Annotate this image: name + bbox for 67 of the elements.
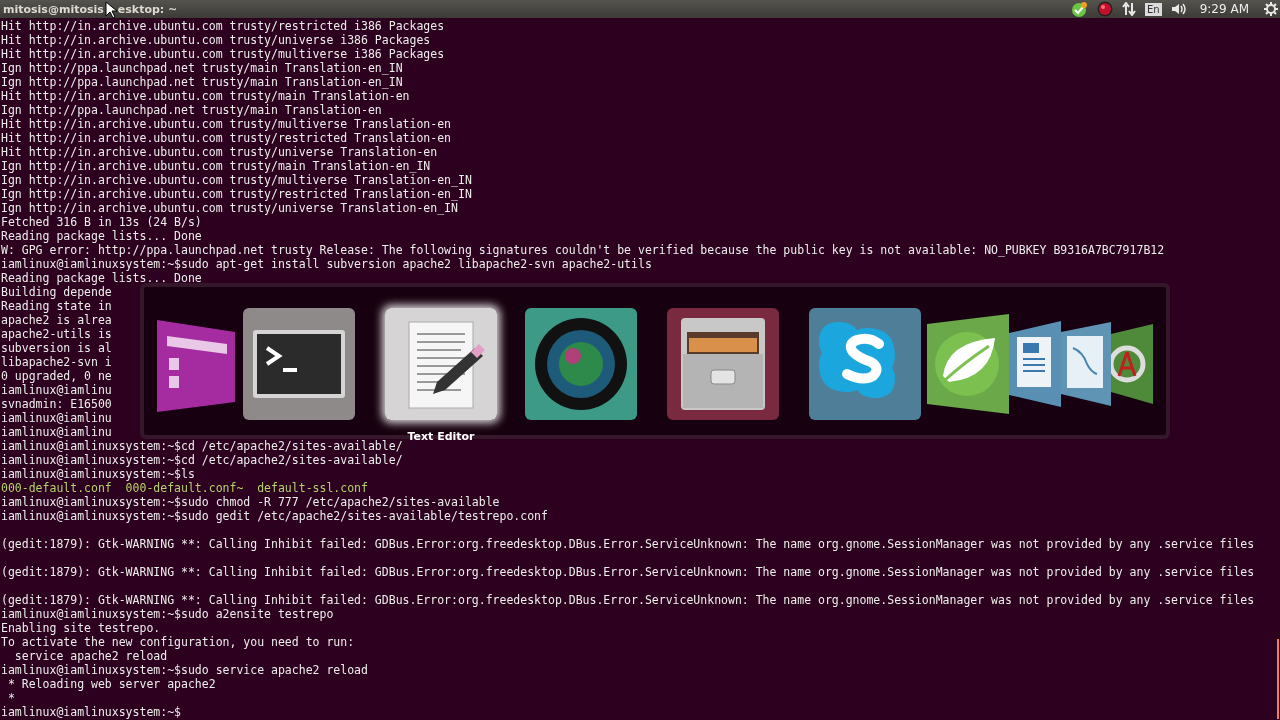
output-line: Hit http://in.archive.ubuntu.com trusty/restricted Translation-en <box>1 131 452 145</box>
chat-status-icon[interactable] <box>1071 0 1088 18</box>
network-arrows-icon[interactable] <box>1122 2 1136 16</box>
mouse-pointer-icon <box>104 0 117 18</box>
keyboard-layout-indicator[interactable]: En <box>1145 2 1162 16</box>
output-line: Hit http://in.archive.ubuntu.com trusty/universe Translation-en <box>1 145 438 159</box>
volume-icon[interactable] <box>1170 2 1187 16</box>
leaf-icon[interactable] <box>927 314 1009 414</box>
record-icon[interactable] <box>1097 1 1113 17</box>
output-line: (gedit:1879): Gtk-WARNING **: Calling Inhibit failed: GDBus.Error:org.freedesktop.DBus.Error.ServiceUnknown: The name org.gnome.SessionManager was not provided by any .service files <box>1 565 1255 579</box>
output-line: Hit http://in.archive.ubuntu.com trusty/universe i386 Packages <box>1 33 431 47</box>
output-line: 000-default.conf 000-default.conf~ default-ssl.conf <box>1 481 368 495</box>
output-line: Ign http://ppa.launchpad.net trusty/main Translation-en_IN <box>1 75 403 89</box>
command-line: iamlinux@iamlinuxsystem:~$sudo apt-get install subversion apache2 libapache2-svn apache2-utils <box>1 257 652 271</box>
output-line: Reading state in <box>1 299 112 313</box>
output-line: Hit http://in.archive.ubuntu.com trusty/restricted i386 Packages <box>1 19 445 33</box>
output-line: Reading package lists... Done <box>1 271 202 285</box>
output-line: Fetched 316 B in 13s (24 B/s) <box>1 215 202 229</box>
command-line: iamlinux@iamlinu <box>1 383 112 397</box>
workbench-icon[interactable] <box>1061 322 1111 406</box>
settings-icon[interactable] <box>1264 2 1278 16</box>
output-line: 0 upgraded, 0 ne <box>1 369 112 383</box>
output-line: subversion is al <box>1 341 112 355</box>
command-line: iamlinux@iamlinu <box>1 425 112 439</box>
clock[interactable]: 9:29 AM <box>1199 2 1249 16</box>
command-line: iamlinux@iamlinuxsystem:~$ <box>1 705 181 719</box>
camera-lens-icon[interactable] <box>525 308 637 420</box>
output-line: Ign http://in.archive.ubuntu.com trusty/main Translation-en_IN <box>1 159 431 173</box>
filing-cabinet-icon[interactable] <box>667 308 779 420</box>
app-name-label: Text Editor <box>407 430 475 443</box>
output-line: Ign http://ppa.launchpad.net trusty/main Translation-en_IN <box>1 61 403 75</box>
output-line: Ign http://in.archive.ubuntu.com trusty/restricted Translation-en_IN <box>1 187 472 201</box>
output-line: (gedit:1879): Gtk-WARNING **: Calling Inhibit failed: GDBus.Error:org.freedesktop.DBus.Error.ServiceUnknown: The name org.gnome.SessionManager was not provided by any .service files <box>1 537 1255 551</box>
output-line: Hit http://in.archive.ubuntu.com trusty/main Translation-en <box>1 89 410 103</box>
output-line: Hit http://in.archive.ubuntu.com trusty/multiverse i386 Packages <box>1 47 445 61</box>
command-line: iamlinux@iamlinuxsystem:~$cd /etc/apache2/sites-available/ <box>1 453 403 467</box>
document-icon[interactable] <box>1009 321 1061 407</box>
output-line: Ign http://in.archive.ubuntu.com trusty/universe Translation-en_IN <box>1 201 458 215</box>
command-line: iamlinux@iamlinuxsystem:~$sudo service apache2 reload <box>1 663 368 677</box>
output-line: Ign http://ppa.launchpad.net trusty/main Translation-en <box>1 103 382 117</box>
output-line: Reading package lists... Done <box>1 229 202 243</box>
window-title: esktop: ~ <box>117 2 178 16</box>
command-line: iamlinux@iamlinu <box>1 411 112 425</box>
scrollbar-thumb[interactable] <box>1277 639 1279 719</box>
command-line: iamlinux@iamlinuxsystem:~$sudo chmod -R 777 /etc/apache2/sites-available <box>1 495 500 509</box>
output-line: To activate the new configuration, you need to run: <box>1 635 355 649</box>
output-line: apache2-utils is <box>1 327 112 341</box>
output-line: svnadmin: E16500 <box>1 397 112 411</box>
output-line: (gedit:1879): Gtk-WARNING **: Calling Inhibit failed: GDBus.Error:org.freedesktop.DBus.Error.ServiceUnknown: The name org.gnome.SessionManager was not provided by any .service files <box>1 593 1255 607</box>
output-line: Ign http://in.archive.ubuntu.com trusty/multiverse Translation-en_IN <box>1 173 472 187</box>
command-line: iamlinux@iamlinuxsystem:~$sudo gedit /etc/apache2/sites-available/testrepo.conf <box>1 509 548 523</box>
output-line: Enabling site testrepo. <box>1 621 161 635</box>
command-line: iamlinux@iamlinuxsystem:~$cd /etc/apache2/sites-available/ <box>1 439 403 453</box>
output-line: service apache2 reload <box>13 649 168 663</box>
output-line: Hit http://in.archive.ubuntu.com trusty/multiverse Translation-en <box>1 117 452 131</box>
window-title: mitosis@mitosis <box>3 2 104 16</box>
output-line: * Reloading web server apache2 <box>6 677 216 691</box>
output-line: libapache2-svn i <box>1 355 112 369</box>
text-editor-icon[interactable] <box>385 308 497 420</box>
output-line: Building depende <box>1 285 112 299</box>
output-line: * <box>6 691 15 705</box>
output-line: apache2 is alrea <box>1 313 112 327</box>
chat-cloud-icon[interactable] <box>809 308 921 420</box>
output-line: W: GPG error: http://ppa.launchpad.net trusty Release: The following signatures couldn't be verified because the public key is not available: NO_PUBKEY B9316A7BC7917B12 <box>1 243 1165 257</box>
command-line: iamlinux@iamlinuxsystem:~$sudo a2ensite testrepo <box>1 607 334 621</box>
command-line: iamlinux@iamlinuxsystem:~$ls <box>1 467 195 481</box>
terminal-icon[interactable] <box>243 308 355 420</box>
